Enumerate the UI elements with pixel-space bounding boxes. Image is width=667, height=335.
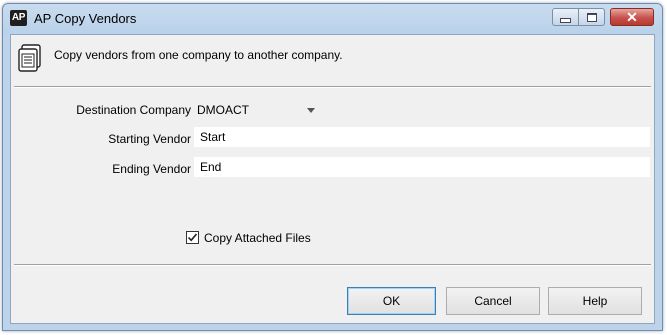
maximize-icon	[586, 12, 597, 22]
checkmark-icon	[187, 233, 198, 242]
description-text: Copy vendors from one company to another…	[54, 48, 343, 62]
minimize-icon	[560, 18, 571, 23]
ok-button[interactable]: OK	[347, 287, 436, 315]
dialog-body: Copy vendors from one company to another…	[10, 34, 655, 324]
minimize-button[interactable]	[552, 8, 579, 26]
copy-attached-files-label[interactable]: Copy Attached Files	[204, 231, 311, 245]
chevron-down-icon[interactable]	[307, 108, 315, 113]
ending-vendor-label: Ending Vendor	[112, 162, 191, 176]
top-divider	[14, 86, 651, 88]
close-button[interactable]: ✕	[610, 8, 654, 26]
maximize-button[interactable]	[578, 8, 605, 26]
starting-vendor-label: Starting Vendor	[108, 132, 191, 146]
copy-attached-files-checkbox[interactable]	[186, 231, 199, 244]
destination-company-dropdown[interactable]: DMOACT	[194, 99, 315, 121]
dialog-window: AP AP Copy Vendors ✕ Copy vendors from o…	[2, 3, 663, 331]
destination-company-value: DMOACT	[197, 103, 249, 117]
title-bar[interactable]: AP AP Copy Vendors ✕	[3, 4, 662, 34]
ending-vendor-input[interactable]: End	[194, 157, 650, 177]
help-button[interactable]: Help	[548, 287, 642, 315]
window-title: AP Copy Vendors	[34, 11, 137, 26]
bottom-divider	[14, 264, 651, 266]
document-stack-icon	[18, 44, 41, 72]
destination-company-label: Destination Company	[76, 103, 191, 117]
ap-app-icon: AP	[10, 10, 27, 26]
starting-vendor-input[interactable]: Start	[194, 127, 650, 147]
cancel-button[interactable]: Cancel	[446, 287, 540, 315]
close-icon: ✕	[626, 9, 638, 25]
